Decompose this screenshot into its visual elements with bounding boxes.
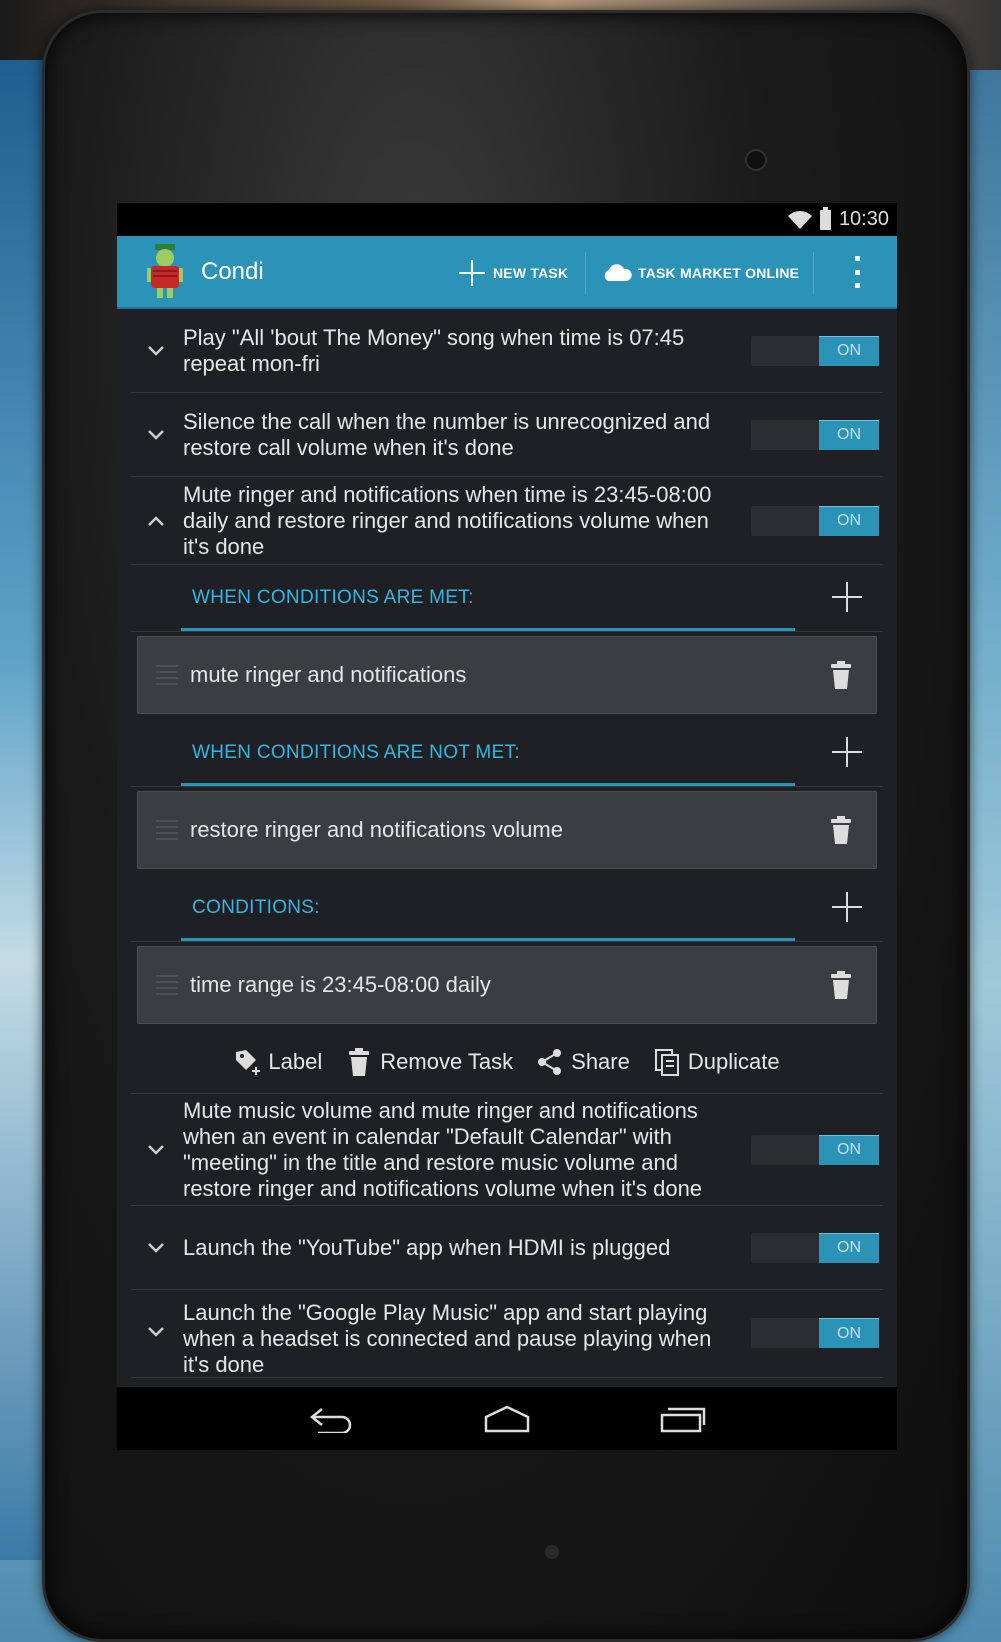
task-description: Mute music volume and mute ringer and no…: [183, 1097, 703, 1201]
task-toolbar: Label Remove Task Share Duplicate: [131, 1030, 883, 1094]
task-toggle[interactable]: ON: [751, 335, 879, 366]
app-title: Condi: [201, 258, 264, 285]
battery-icon: [819, 206, 831, 230]
condition-label: time range is 23:45-08:00 daily: [190, 972, 491, 997]
duplicate-text: Duplicate: [687, 1048, 780, 1074]
drag-handle-icon[interactable]: [156, 665, 178, 685]
task-market-button[interactable]: TASK MARKET ONLINE: [602, 236, 799, 309]
action-item[interactable]: restore ringer and notifications volume: [137, 791, 877, 869]
expand-chevron-icon[interactable]: [131, 1242, 181, 1254]
action-bar: Condi NEW TASK TASK MARKET ONLINE: [117, 236, 897, 309]
action-label: restore ringer and notifications volume: [190, 817, 563, 842]
task-row[interactable]: Silence the call when the number is unre…: [131, 393, 883, 477]
collapse-chevron-icon[interactable]: [131, 515, 181, 527]
section-underline: [181, 628, 795, 631]
section-underline: [181, 783, 795, 786]
section-label: CONDITIONS:: [192, 897, 320, 918]
home-icon[interactable]: [484, 1405, 530, 1433]
task-toggle[interactable]: ON: [751, 1134, 879, 1165]
camera-lens: [745, 149, 767, 171]
task-description: Launch the "YouTube" app when HDMI is pl…: [183, 1234, 671, 1260]
action-divider: [585, 252, 586, 294]
microphone-dot: [545, 1545, 559, 1559]
overflow-menu-icon[interactable]: [852, 256, 862, 288]
trash-icon[interactable]: [830, 816, 852, 844]
task-description: Launch the "Google Play Music" app and s…: [183, 1300, 712, 1377]
toggle-on-label: ON: [819, 1232, 879, 1263]
task-row-expanded[interactable]: Mute ringer and notifications when time …: [131, 477, 883, 565]
new-task-label: NEW TASK: [493, 264, 569, 281]
label-button[interactable]: Label: [234, 1048, 322, 1076]
expand-chevron-icon[interactable]: [131, 429, 181, 441]
task-toggle[interactable]: ON: [751, 1318, 879, 1348]
task-toggle[interactable]: ON: [751, 1232, 879, 1263]
task-row[interactable]: Launch the "YouTube" app when HDMI is pl…: [131, 1206, 883, 1290]
app-screen: 10:30 Condi NEW TASK TASK MARKET ONLINE …: [117, 203, 897, 1450]
expand-chevron-icon[interactable]: [131, 345, 181, 357]
cloud-icon: [604, 263, 632, 281]
label-button-text: Label: [268, 1048, 323, 1074]
toggle-on-label: ON: [819, 335, 879, 366]
section-label: WHEN CONDITIONS ARE NOT MET:: [192, 742, 520, 763]
remove-task-text: Remove Task: [380, 1048, 514, 1074]
task-description: Play "All 'bout The Money" song when tim…: [183, 324, 685, 376]
trash-icon[interactable]: [830, 971, 852, 999]
duplicate-icon: [654, 1048, 679, 1076]
remove-task-button[interactable]: Remove Task: [346, 1047, 514, 1076]
expand-chevron-icon[interactable]: [131, 1144, 181, 1156]
task-row[interactable]: Mute music volume and mute ringer and no…: [131, 1094, 883, 1206]
action-label: mute ringer and notifications: [190, 662, 467, 687]
share-button[interactable]: Share: [537, 1048, 630, 1076]
wifi-icon: [787, 210, 812, 229]
toggle-on-label: ON: [819, 505, 879, 536]
trash-icon[interactable]: [830, 661, 852, 689]
label-tag-icon: [236, 1049, 261, 1075]
task-row[interactable]: Play "All 'bout The Money" song when tim…: [131, 309, 883, 393]
navigation-bar: [117, 1387, 897, 1450]
drag-handle-icon[interactable]: [156, 820, 178, 840]
new-task-button[interactable]: NEW TASK: [457, 236, 568, 309]
share-icon: [538, 1048, 562, 1075]
task-market-label: TASK MARKET ONLINE: [638, 264, 800, 281]
drag-handle-icon[interactable]: [156, 975, 178, 995]
add-action-plus-icon[interactable]: [831, 581, 863, 613]
task-description: Silence the call when the number is unre…: [183, 408, 711, 460]
conditions-met-header: WHEN CONDITIONS ARE MET:: [131, 565, 883, 632]
back-icon[interactable]: [308, 1405, 354, 1433]
toggle-on-label: ON: [819, 1318, 879, 1348]
recent-apps-icon[interactable]: [660, 1405, 706, 1433]
action-item[interactable]: mute ringer and notifications: [137, 636, 877, 714]
clock: 10:30: [838, 208, 889, 230]
duplicate-button[interactable]: Duplicate: [654, 1048, 780, 1076]
expand-chevron-icon[interactable]: [131, 1326, 181, 1338]
task-row[interactable]: Launch the "Google Play Music" app and s…: [131, 1290, 883, 1378]
plus-icon: [459, 259, 485, 286]
app-android-icon[interactable]: [145, 242, 185, 302]
toggle-on-label: ON: [819, 1134, 879, 1165]
conditions-not-met-header: WHEN CONDITIONS ARE NOT MET:: [131, 720, 883, 787]
section-label: WHEN CONDITIONS ARE MET:: [192, 587, 474, 608]
share-text: Share: [571, 1048, 630, 1074]
add-action-plus-icon[interactable]: [831, 736, 863, 768]
section-underline: [181, 938, 795, 941]
trash-icon: [349, 1047, 370, 1076]
conditions-header: CONDITIONS:: [131, 875, 883, 942]
task-toggle[interactable]: ON: [751, 419, 879, 450]
task-toggle[interactable]: ON: [751, 505, 879, 536]
toggle-on-label: ON: [819, 419, 879, 450]
add-condition-plus-icon[interactable]: [831, 891, 863, 923]
task-description: Mute ringer and notifications when time …: [183, 481, 712, 559]
task-list: Play "All 'bout The Money" song when tim…: [117, 309, 897, 1378]
action-divider: [813, 252, 814, 294]
status-bar: 10:30: [117, 203, 897, 236]
condition-item[interactable]: time range is 23:45-08:00 daily: [137, 946, 877, 1024]
